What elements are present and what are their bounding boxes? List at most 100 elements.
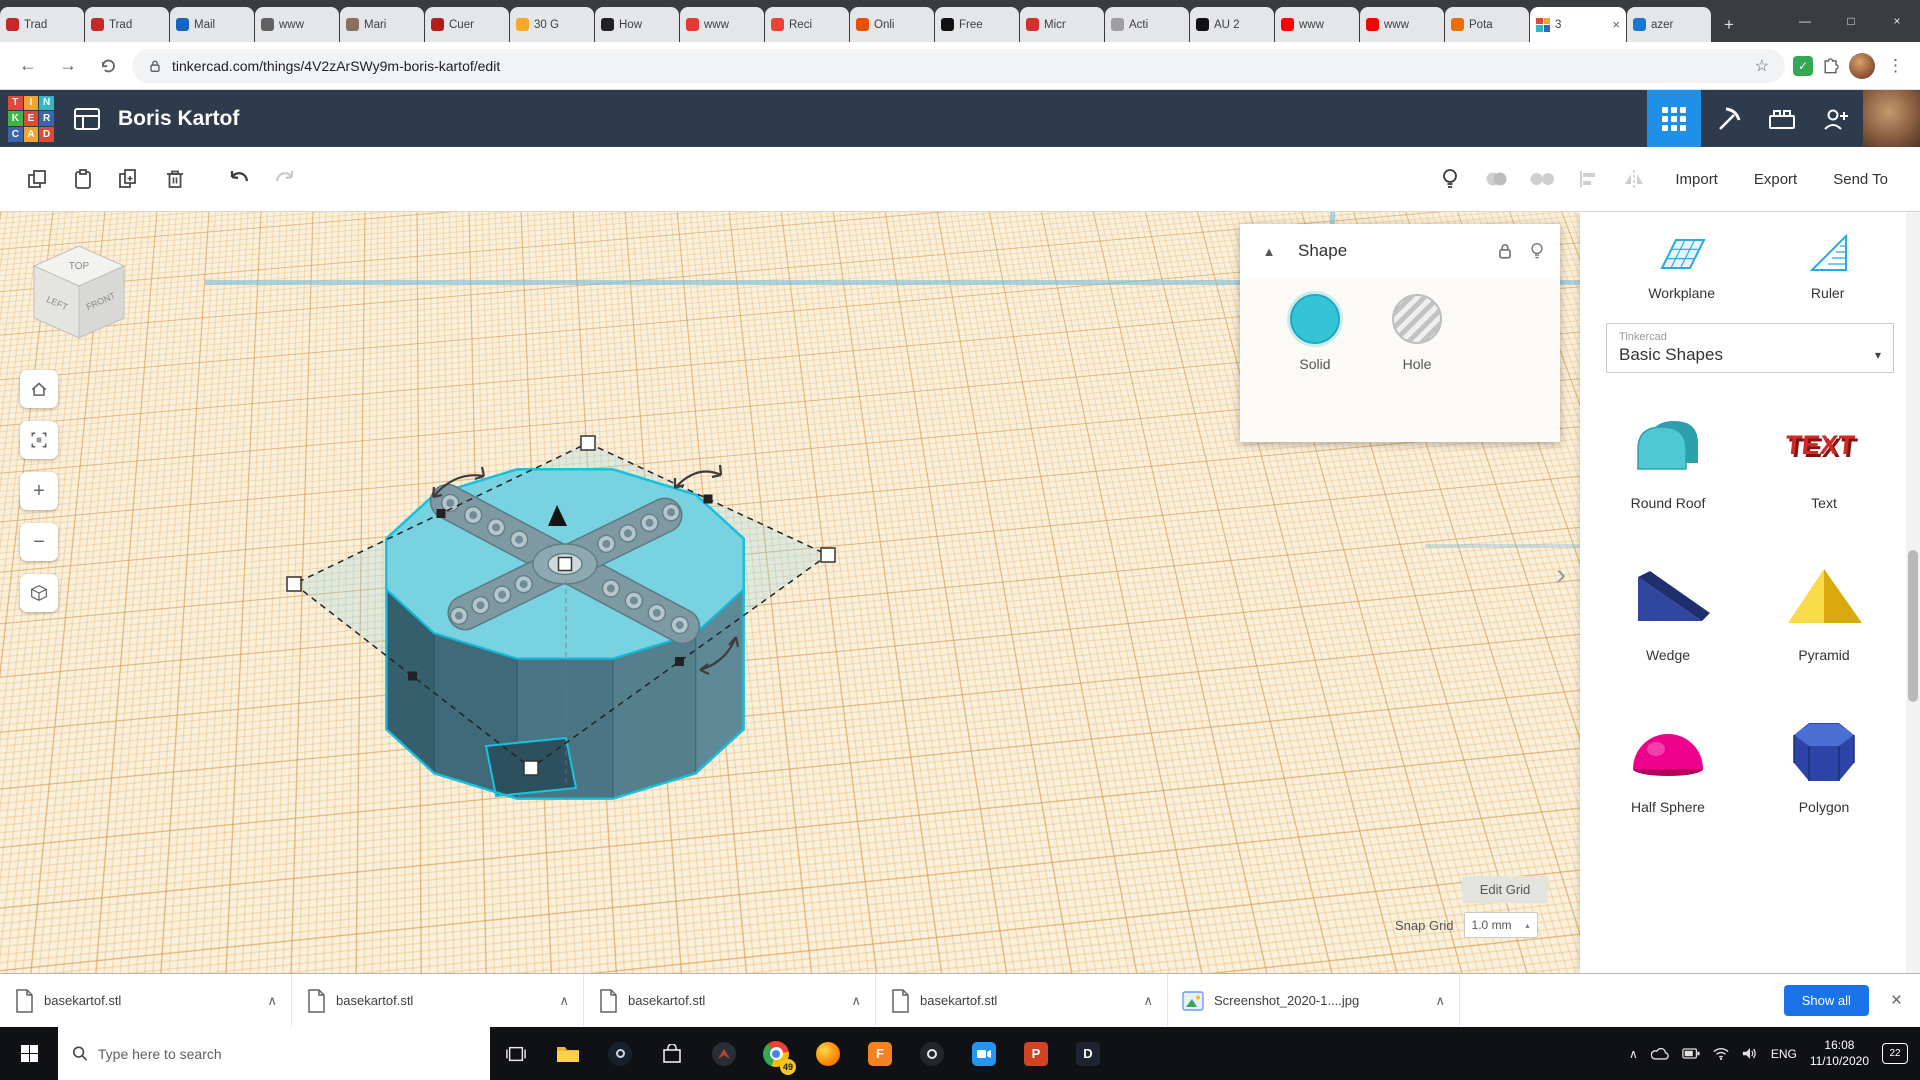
browser-tab[interactable]: 30 G: [510, 7, 594, 42]
taskbar-search[interactable]: [58, 1027, 490, 1080]
adblock-extension-icon[interactable]: ✓: [1793, 56, 1813, 76]
bookmark-star-icon[interactable]: ☆: [1755, 56, 1769, 76]
address-bar[interactable]: tinkercad.com/things/4V2zArSWy9m-boris-k…: [132, 49, 1785, 83]
shape-library-select[interactable]: Tinkercad Basic Shapes ▾: [1606, 323, 1894, 373]
user-avatar[interactable]: [1863, 90, 1920, 147]
browser-tab[interactable]: www: [1275, 7, 1359, 42]
camera-app-button[interactable]: [958, 1027, 1010, 1080]
scale-handle[interactable]: [821, 548, 835, 562]
brick-export-button[interactable]: [1755, 90, 1809, 147]
align-button[interactable]: [1565, 156, 1611, 202]
minimize-button[interactable]: —: [1782, 0, 1828, 42]
download-item[interactable]: Screenshot_2020-1....jpg ∧: [1168, 974, 1460, 1027]
show-all-downloads-button[interactable]: Show all: [1784, 985, 1869, 1016]
browser-tab[interactable]: Micr: [1020, 7, 1104, 42]
edit-grid-button[interactable]: Edit Grid: [1462, 876, 1548, 903]
browser-tab[interactable]: Acti: [1105, 7, 1189, 42]
browser-tab[interactable]: www: [680, 7, 764, 42]
browser-tab[interactable]: Pota: [1445, 7, 1529, 42]
chevron-up-icon[interactable]: ∧: [1143, 993, 1153, 1009]
chevron-up-icon[interactable]: ∧: [559, 993, 569, 1009]
edge-handle[interactable]: [704, 495, 713, 504]
blocks-view-button[interactable]: [1647, 90, 1701, 147]
ungroup-button[interactable]: [1519, 156, 1565, 202]
chevron-up-icon[interactable]: ∧: [851, 993, 861, 1009]
loom-button[interactable]: [906, 1027, 958, 1080]
back-button[interactable]: ←: [12, 50, 44, 82]
zoom-in-button[interactable]: +: [20, 472, 58, 510]
file-explorer-button[interactable]: [542, 1027, 594, 1080]
extensions-puzzle-icon[interactable]: [1821, 56, 1841, 76]
design-menu-icon[interactable]: [64, 107, 110, 131]
panel-collapse-button[interactable]: ▲: [1254, 236, 1284, 266]
import-button[interactable]: Import: [1657, 161, 1736, 198]
battery-icon[interactable]: [1682, 1048, 1700, 1059]
maximize-button[interactable]: □: [1828, 0, 1874, 42]
shape-half-sphere[interactable]: Half Sphere: [1622, 711, 1714, 815]
lightbulb-icon[interactable]: [1528, 240, 1546, 262]
show-hidden-button[interactable]: [1427, 156, 1473, 202]
scrollbar-thumb[interactable]: [1908, 550, 1918, 702]
new-tab-button[interactable]: +: [1712, 7, 1746, 42]
browser-tab[interactable]: Reci: [765, 7, 849, 42]
edge-handle[interactable]: [408, 672, 417, 681]
hole-swatch[interactable]: [1392, 294, 1442, 344]
browser-profile-avatar[interactable]: [1849, 53, 1875, 79]
lock-icon[interactable]: [1496, 241, 1514, 261]
browser-tab[interactable]: AU 2: [1190, 7, 1274, 42]
chrome-button[interactable]: 49: [750, 1027, 802, 1080]
ruler-tool[interactable]: Ruler: [1804, 230, 1852, 301]
steam-button[interactable]: [594, 1027, 646, 1080]
download-item[interactable]: basekartof.stl ∧: [0, 974, 292, 1027]
volume-icon[interactable]: [1742, 1047, 1758, 1060]
action-center-button[interactable]: 22: [1882, 1043, 1908, 1064]
view-cube[interactable]: TOP LEFT FRONT: [22, 236, 137, 351]
shape-polygon[interactable]: Polygon: [1778, 711, 1870, 815]
snap-grid-select[interactable]: 1.0 mm ▴: [1464, 912, 1538, 938]
close-button[interactable]: ×: [1874, 0, 1920, 42]
shape-round-roof[interactable]: Round Roof: [1622, 407, 1714, 511]
download-item[interactable]: basekartof.stl ∧: [876, 974, 1168, 1027]
language-indicator[interactable]: ENG: [1771, 1047, 1797, 1061]
download-item[interactable]: basekartof.stl ∧: [584, 974, 876, 1027]
design-title[interactable]: Boris Kartof: [118, 107, 239, 131]
rotation-arrow[interactable]: [675, 465, 721, 488]
browser-tab[interactable]: Mail: [170, 7, 254, 42]
edge-handle[interactable]: [437, 509, 446, 518]
scale-handle[interactable]: [581, 436, 595, 450]
browser-tab[interactable]: Trad: [85, 7, 169, 42]
forward-button[interactable]: →: [52, 50, 84, 82]
export-button[interactable]: Export: [1736, 161, 1815, 198]
reload-button[interactable]: [92, 50, 124, 82]
task-view-button[interactable]: [490, 1027, 542, 1080]
browser-tab[interactable]: azer: [1627, 7, 1711, 42]
shape-pyramid[interactable]: Pyramid: [1778, 559, 1870, 663]
browser-menu-icon[interactable]: ⋮: [1883, 56, 1908, 76]
sidebar-scrollbar[interactable]: [1906, 212, 1920, 973]
app-d-button[interactable]: D: [1062, 1027, 1114, 1080]
browser-tab[interactable]: How: [595, 7, 679, 42]
browser-tab[interactable]: Mari: [340, 7, 424, 42]
firefox-button[interactable]: [802, 1027, 854, 1080]
paste-button[interactable]: [60, 156, 106, 202]
browser-tab[interactable]: Free: [935, 7, 1019, 42]
solid-swatch[interactable]: [1290, 294, 1340, 344]
duplicate-button[interactable]: [106, 156, 152, 202]
edge-handle[interactable]: [675, 657, 684, 666]
share-button[interactable]: [1809, 90, 1863, 147]
redo-button[interactable]: [262, 156, 308, 202]
scale-handle[interactable]: [287, 577, 301, 591]
undo-button[interactable]: [216, 156, 262, 202]
send-to-button[interactable]: Send To: [1815, 161, 1906, 198]
mirror-button[interactable]: [1611, 156, 1657, 202]
tab-close-icon[interactable]: ×: [1612, 17, 1620, 32]
center-handle[interactable]: [559, 558, 572, 571]
zoom-out-button[interactable]: −: [20, 523, 58, 561]
browser-tab[interactable]: Cuer: [425, 7, 509, 42]
tinkercad-logo[interactable]: TINKERCAD: [8, 96, 54, 142]
workplane-tool[interactable]: Workplane: [1648, 230, 1715, 301]
hole-option[interactable]: Hole: [1392, 294, 1442, 442]
scale-handle[interactable]: [524, 761, 538, 775]
tray-expand-chevron[interactable]: ∧: [1629, 1047, 1638, 1061]
shape-text[interactable]: TEXT TEXT Text: [1778, 407, 1870, 511]
